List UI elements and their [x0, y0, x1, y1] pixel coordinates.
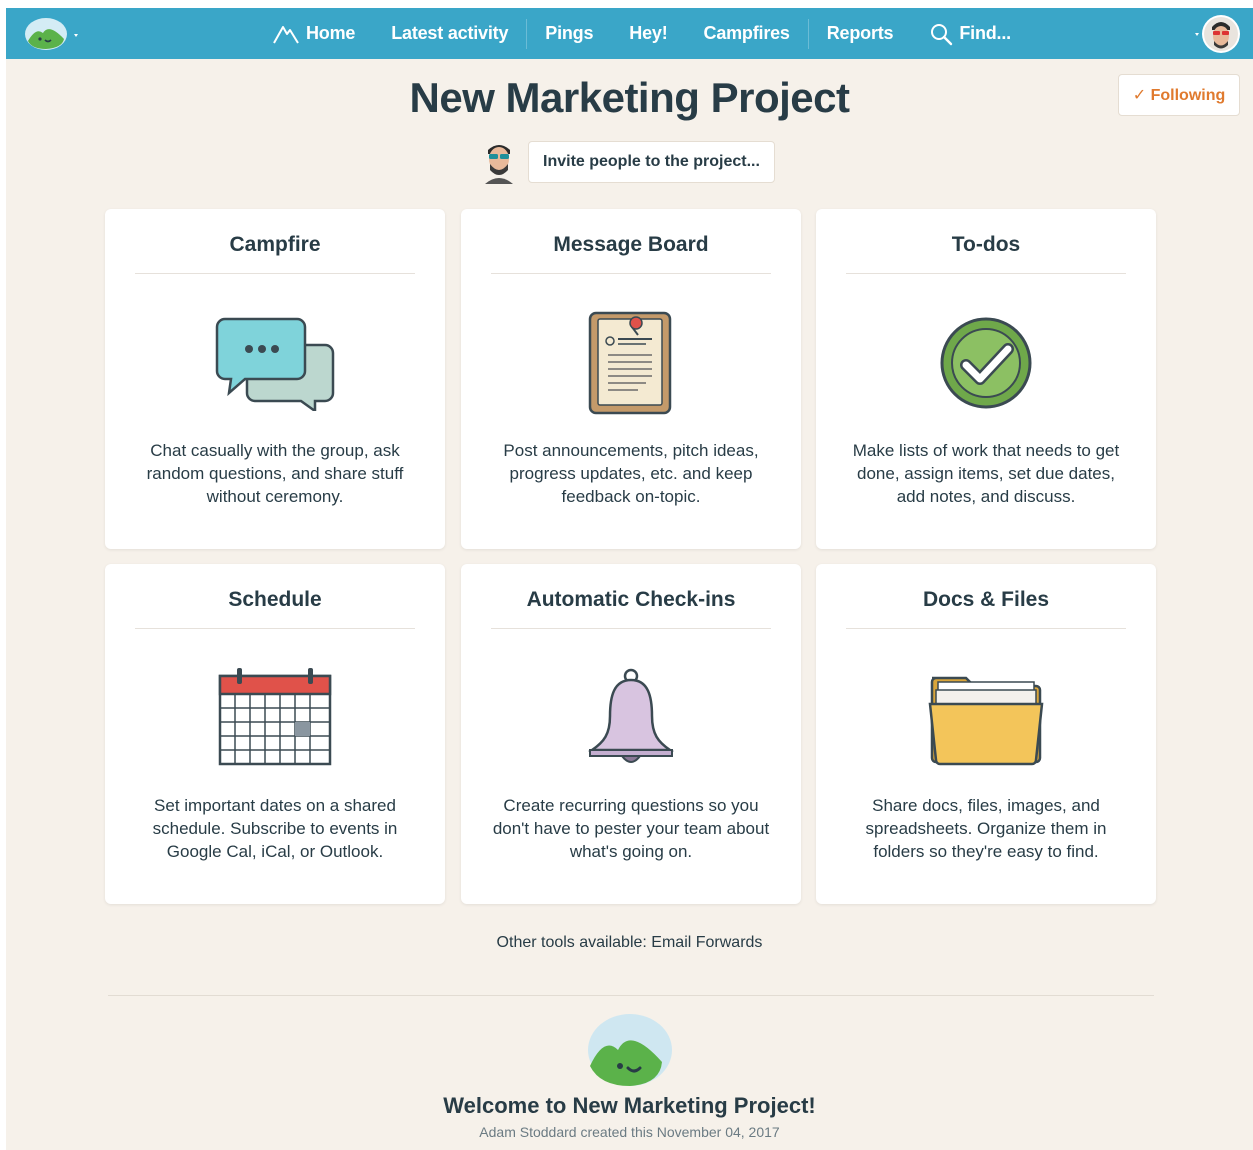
tool-card-schedule[interactable]: Schedule Set important dates on a shared… [105, 564, 445, 904]
tool-card-icon-wrap [461, 662, 801, 774]
user-avatar [1195, 15, 1240, 53]
created-by-text: Adam Stoddard created this November 04, … [479, 1124, 780, 1140]
nav-find-label: Find... [959, 23, 1011, 43]
other-tools-text[interactable]: Other tools available: Email Forwards [6, 934, 1253, 952]
welcome-title: Welcome to New Marketing Project! [443, 1093, 816, 1118]
tool-card-automatic-checkins[interactable]: Automatic Check-ins Create recurring que… [461, 564, 801, 904]
nav-campfires-label: Campfires [703, 23, 790, 43]
tool-card-title: To-dos [951, 233, 1021, 256]
checkmark-circle-icon [940, 317, 1032, 409]
nav-latest-activity[interactable]: Latest activity [373, 8, 526, 59]
bell-icon [587, 668, 675, 763]
basecamp-mascot-logo [588, 1014, 672, 1086]
nav-latest-activity-label: Latest activity [391, 23, 509, 43]
nav-hey-label: Hey! [629, 23, 668, 43]
invite-people-button[interactable]: Invite people to the project... [528, 141, 775, 183]
tool-card-description: Make lists of work that needs to get don… [852, 441, 1120, 506]
pinned-note-icon [588, 311, 672, 415]
tool-card-icon-wrap [105, 307, 445, 419]
tool-card-title: Campfire [229, 233, 321, 256]
nav-pings-label: Pings [545, 23, 594, 43]
project-title: New Marketing Project [409, 74, 850, 121]
tool-card-icon-wrap [816, 307, 1156, 419]
card-divider [491, 628, 771, 629]
card-divider [846, 273, 1126, 274]
user-menu[interactable] [1191, 14, 1241, 54]
app-frame: Home Latest activity Pings Hey! Campfire… [6, 8, 1253, 1150]
nav-items: Home Latest activity Pings Hey! Campfire… [254, 8, 1029, 59]
tool-card-todos[interactable]: To-dos Make lists of work that needs to … [816, 209, 1156, 549]
tool-card-description: Chat casually with the group, ask random… [146, 441, 404, 506]
tool-card-description: Set important dates on a shared schedule… [152, 796, 398, 861]
tool-card-title: Docs & Files [922, 588, 1050, 611]
tool-card-title: Message Board [553, 233, 709, 256]
chat-bubbles-icon [215, 317, 335, 411]
card-divider [491, 273, 771, 274]
nav-reports[interactable]: Reports [809, 8, 912, 59]
tool-card-icon-wrap [105, 662, 445, 774]
tool-card-description: Post announcements, pitch ideas, progres… [503, 441, 759, 506]
nav-campfires[interactable]: Campfires [686, 8, 808, 59]
tool-card-title: Schedule [228, 588, 322, 611]
nav-pings[interactable]: Pings [527, 8, 611, 59]
tool-card-campfire[interactable]: Campfire Chat casually with the group, a… [105, 209, 445, 549]
card-divider [135, 273, 415, 274]
invite-row: Invite people to the project... [482, 140, 775, 184]
nav-hey[interactable]: Hey! [611, 8, 685, 59]
basecamp-logo-icon [25, 18, 78, 50]
nav-home[interactable]: Home [254, 8, 373, 59]
home-mountain-icon [273, 25, 299, 44]
folder-icon [928, 676, 1044, 766]
following-button[interactable]: ✓ Following [1118, 74, 1240, 116]
section-divider [108, 995, 1154, 996]
tool-card-description: Create recurring questions so you don't … [492, 796, 770, 861]
tool-card-docs-files[interactable]: Docs & Files Share docs, files, images, … [816, 564, 1156, 904]
tool-card-icon-wrap [461, 307, 801, 419]
card-divider [846, 628, 1126, 629]
card-divider [135, 628, 415, 629]
basecamp-logo-menu[interactable] [24, 17, 84, 51]
tool-card-icon-wrap [816, 662, 1156, 774]
member-avatar [485, 145, 513, 184]
nav-home-label: Home [306, 23, 356, 43]
nav-find[interactable]: Find... [911, 8, 1029, 59]
top-nav: Home Latest activity Pings Hey! Campfire… [6, 8, 1253, 59]
tool-card-message-board[interactable]: Message Board Post announcements, pitch … [461, 209, 801, 549]
search-icon [931, 23, 953, 45]
tool-card-title: Automatic Check-ins [526, 588, 736, 611]
nav-reports-label: Reports [826, 23, 894, 43]
calendar-icon [218, 668, 332, 766]
tool-card-description: Share docs, files, images, and spreadshe… [865, 796, 1107, 861]
